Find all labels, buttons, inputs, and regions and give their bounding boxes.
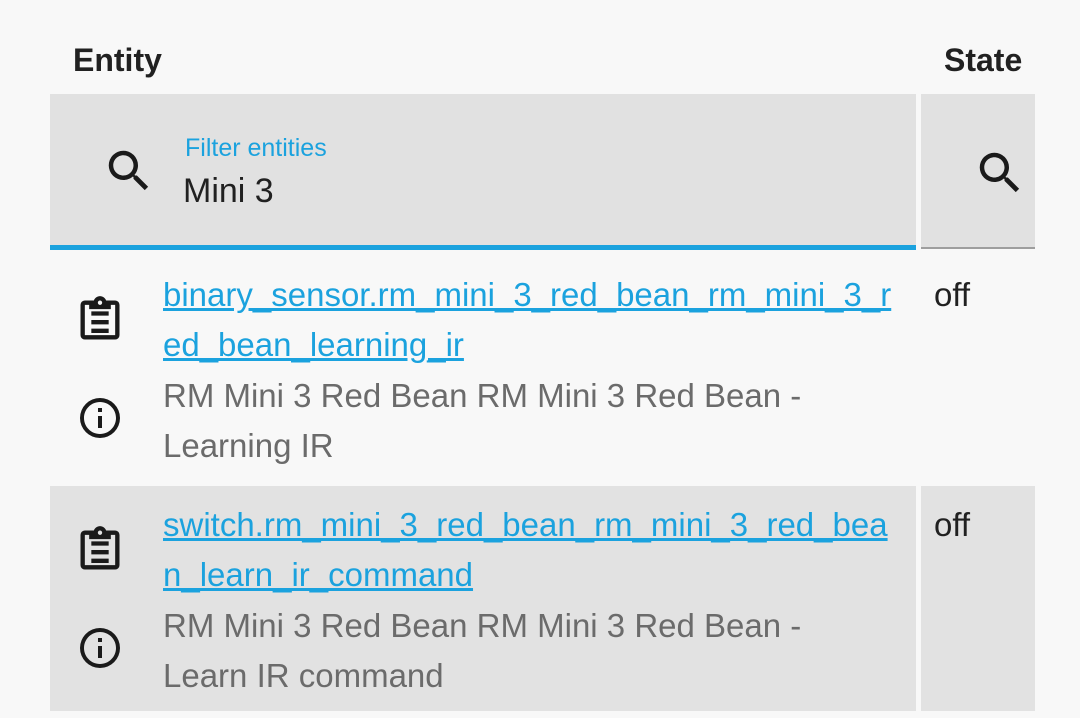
state-column-header[interactable]: State — [944, 42, 1022, 79]
entity-cell: switch.rm_mini_3_red_bean_rm_mini_3_red_… — [50, 486, 916, 711]
filter-label: Filter entities — [185, 134, 327, 162]
state-value: off — [934, 506, 971, 543]
entity-id-link[interactable]: switch.rm_mini_3_red_bean_rm_mini_3_red_… — [163, 500, 903, 600]
table-row: binary_sensor.rm_mini_3_red_bean_rm_mini… — [50, 256, 1035, 481]
entity-filter-field[interactable]: Filter entities — [50, 94, 916, 250]
clipboard-text-icon[interactable] — [74, 292, 126, 348]
table-row: switch.rm_mini_3_red_bean_rm_mini_3_red_… — [50, 486, 1035, 711]
entity-column-header[interactable]: Entity — [73, 42, 162, 79]
filter-input[interactable] — [183, 166, 863, 216]
search-icon — [108, 150, 149, 191]
table-header: Entity State — [0, 0, 1080, 94]
entity-cell: binary_sensor.rm_mini_3_red_bean_rm_mini… — [50, 256, 916, 481]
info-icon[interactable] — [76, 394, 124, 442]
clipboard-text-icon[interactable] — [74, 522, 126, 578]
state-value: off — [934, 276, 971, 313]
state-filter-field[interactable] — [921, 94, 1035, 249]
entity-name: RM Mini 3 Red Bean RM Mini 3 Red Bean - … — [163, 377, 802, 464]
entity-name: RM Mini 3 Red Bean RM Mini 3 Red Bean - … — [163, 607, 802, 694]
search-icon — [979, 152, 1020, 193]
state-cell: off — [921, 256, 1035, 481]
entity-id-link[interactable]: binary_sensor.rm_mini_3_red_bean_rm_mini… — [163, 270, 903, 370]
info-icon[interactable] — [76, 624, 124, 672]
state-cell: off — [921, 486, 1035, 711]
entities-page: Entity State Filter entities binary_sens… — [0, 0, 1080, 718]
